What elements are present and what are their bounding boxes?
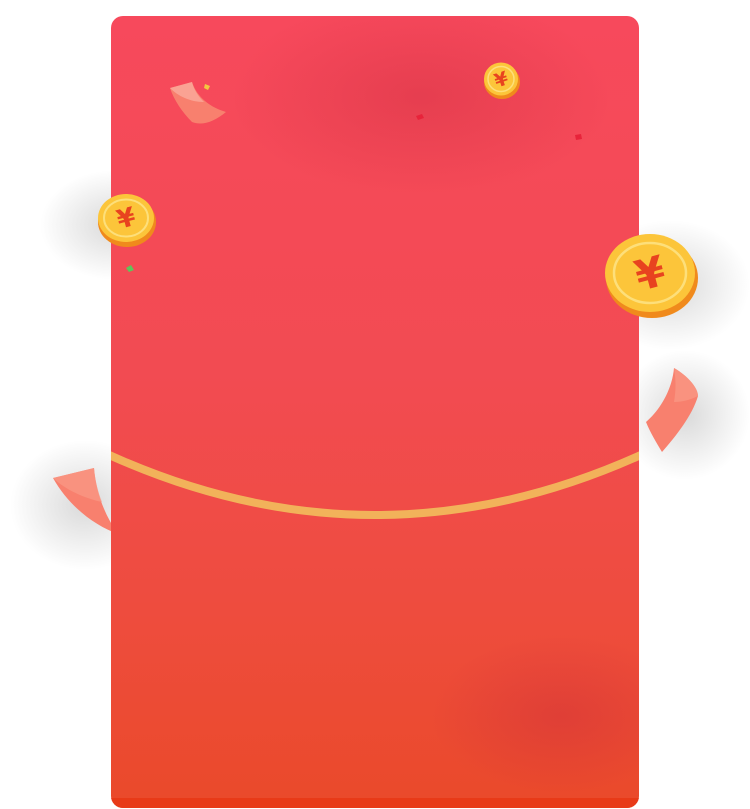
envelope-flap-arc <box>111 451 639 519</box>
confetti-yellow <box>204 84 210 90</box>
coin-left: ¥ <box>98 194 156 247</box>
ribbon-left-decoration <box>53 468 118 534</box>
coin-right-large: ¥ <box>605 234 698 318</box>
ribbon-right-decoration <box>646 368 698 452</box>
ribbon-top-decoration <box>170 82 226 124</box>
confetti-red-2 <box>575 134 582 140</box>
envelope-bottom-edge <box>111 798 639 808</box>
red-envelope-screen: ¥ ¥ ¥ <box>0 0 750 809</box>
coin-small-top: ¥ <box>484 62 520 99</box>
red-envelope[interactable] <box>111 16 639 808</box>
confetti-red-1 <box>416 114 424 120</box>
confetti-green <box>126 265 134 272</box>
